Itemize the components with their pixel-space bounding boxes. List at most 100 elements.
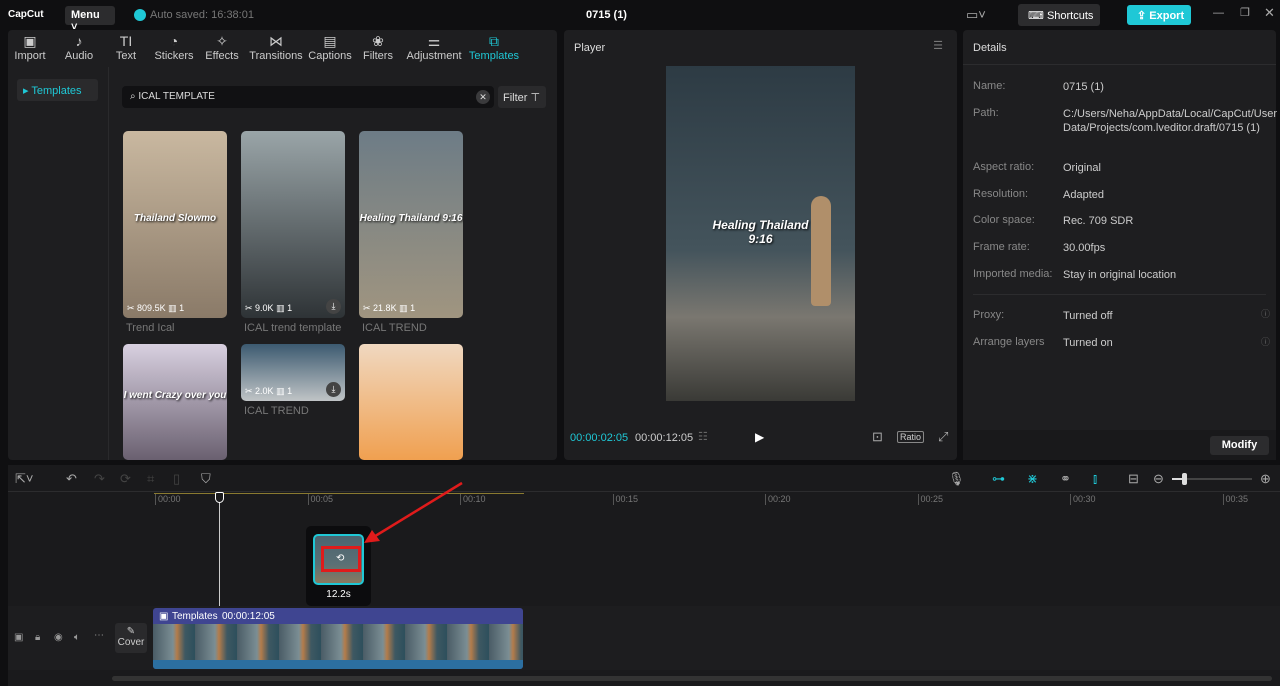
current-time: 00:00:02:05 [570,432,629,444]
ruler-tick: 00:05 [307,494,333,505]
cover-button[interactable]: ✎ Cover [115,623,147,653]
tab-label: Import [14,50,46,62]
tab-transitions[interactable]: ⋈ Transitions [246,32,306,62]
tab-templates[interactable]: ⧉ Templates [464,32,524,62]
zoom-in-icon[interactable]: ⊕ [1260,471,1271,487]
detail-label: Resolution: [973,188,1029,200]
ratio-button[interactable]: Ratio [897,431,925,443]
export-button[interactable]: ⇪ Export [1127,5,1191,25]
templates-clip[interactable]: ▣ Templates 00:00:12:05 [153,608,523,669]
fullscreen-icon[interactable]: ⤢ [938,429,948,445]
magnet-icon[interactable]: ⊶ [992,471,1005,487]
track-video-icon[interactable]: ▣ [14,632,23,643]
shortcuts-label: Shortcuts [1046,10,1094,22]
tab-effects[interactable]: ✧ Effects [192,32,252,62]
sidebar [8,67,109,460]
effects-icon: ✧ [216,33,228,49]
tab-label: Templates [468,50,520,62]
tab-adjustment[interactable]: ⚌ Adjustment [404,32,464,62]
tab-label: Filters [363,50,393,62]
player-menu-icon[interactable]: ☰ [933,39,943,52]
tab-label: Captions [308,50,352,62]
ruler-tick: 00:35 [1222,494,1248,505]
check-icon [134,9,146,21]
shortcuts-button[interactable]: ⌨ Shortcuts [1018,4,1100,26]
adjustment-icon: ⚌ [427,33,441,49]
preview-figure [811,196,831,306]
zoom-out-icon[interactable]: ⊖ [1153,471,1164,487]
use-count: 2.0K [255,386,274,396]
list-icon[interactable]: ☷ [698,430,708,443]
template-title: ICAL TREND [244,405,309,417]
tab-filters[interactable]: ❀ Filters [348,32,408,62]
redo-icon[interactable]: ↷ [94,471,105,487]
detail-label: Aspect ratio: [973,161,1035,173]
minimize-icon[interactable]: — [1213,7,1224,19]
playhead-handle[interactable] [215,492,224,503]
detail-value: Adapted [1063,189,1104,201]
template-card[interactable]: Healing Thailand 9:16 ✂ 21.8K ▥ 1 [359,131,463,318]
microphone-icon[interactable]: 🎙 [948,471,965,487]
template-stats: ✂ 2.0K ▥ 1 [245,386,293,396]
split-icon[interactable]: ▯ [173,471,180,487]
use-count: 9.0K [255,303,274,313]
chain-icon[interactable]: ⚭ [1060,471,1071,487]
use-count: 809.5K [137,303,166,313]
zoom-slider[interactable] [1172,473,1252,485]
template-overlay-text: Healing Thailand 9:16 [359,212,463,224]
loop-icon[interactable]: ⟳ [120,471,131,487]
ruler-tick: 00:15 [612,494,638,505]
template-card[interactable] [359,344,463,460]
template-card[interactable]: ✂ 2.0K ▥ 1 ⤓ [241,344,345,401]
template-stats: ✂ 21.8K ▥ 1 [363,303,416,313]
layout-icon[interactable]: ▭˅ [966,7,986,23]
clip-count: 1 [179,303,185,313]
menu-button[interactable]: Menu ˅ [65,6,115,33]
play-icon[interactable]: ▶ [755,430,764,444]
clip-icon: ▣ [159,611,169,622]
crop-icon[interactable]: ⌗ [147,471,154,487]
lock-icon[interactable]: 🔒︎ [35,632,40,643]
download-icon[interactable]: ⤓ [326,382,341,397]
player-title: Player [574,42,606,54]
detail-label: Arrange layers [973,336,1045,348]
detail-label: Proxy: [973,309,1005,321]
search-input[interactable]: ⌕ ICAL TEMPLATE ✕ [122,86,494,108]
detail-value: Rec. 709 SDR [1063,215,1134,227]
clear-search-icon[interactable]: ✕ [476,90,490,104]
download-icon[interactable]: ⤓ [326,299,341,314]
search-value: ICAL TEMPLATE [138,91,215,102]
link-icon[interactable]: ⋇ [1027,471,1038,487]
replace-icon[interactable]: ⟲ [321,546,361,572]
undo-icon[interactable]: ↶ [66,471,77,487]
audio-icon[interactable]: 🔈︎ [74,632,80,643]
menu-label: Menu [71,9,100,21]
top-bar: CapCut Menu ˅ Auto saved: 16:38:01 0715 … [0,0,1280,33]
snap-icon[interactable]: ⫾ [1093,471,1097,487]
fit-screen-icon[interactable]: ⊡ [872,429,883,445]
filter-label: Filter [503,92,528,104]
template-card[interactable]: I went Crazy over you [123,344,227,460]
tab-label: Audio [64,50,94,62]
timeline-scrollbar[interactable] [112,676,1272,681]
clip-thumbnails [153,624,523,660]
clip-audio-bar [153,660,523,669]
marker-icon[interactable]: ⛉ [201,471,211,487]
details-title: Details [973,42,1007,54]
modify-button[interactable]: Modify [1210,436,1269,455]
filter-button[interactable]: Filter ⊤ [498,86,546,108]
select-tool-icon[interactable]: ⇱˅ [15,471,33,487]
sidebar-item-templates[interactable]: ▸ Templates [17,79,98,101]
template-card[interactable]: ✂ 9.0K ▥ 1 ⤓ [241,131,345,318]
maximize-icon[interactable]: ❐ [1240,6,1250,19]
close-icon[interactable]: ✕ [1264,5,1275,21]
preview-axis-icon[interactable]: ⊟ [1128,471,1139,487]
filters-icon: ❀ [372,33,384,49]
eye-icon[interactable]: ◉ [54,632,63,643]
templates-icon: ⧉ [489,33,499,49]
clip-count: 1 [287,386,293,396]
template-card[interactable]: Thailand Slowmo ✂ 809.5K ▥ 1 [123,131,227,318]
clip-label: Templates [172,611,218,622]
transitions-icon: ⋈ [269,33,283,49]
more-icon[interactable]: ⋯ [94,630,104,641]
